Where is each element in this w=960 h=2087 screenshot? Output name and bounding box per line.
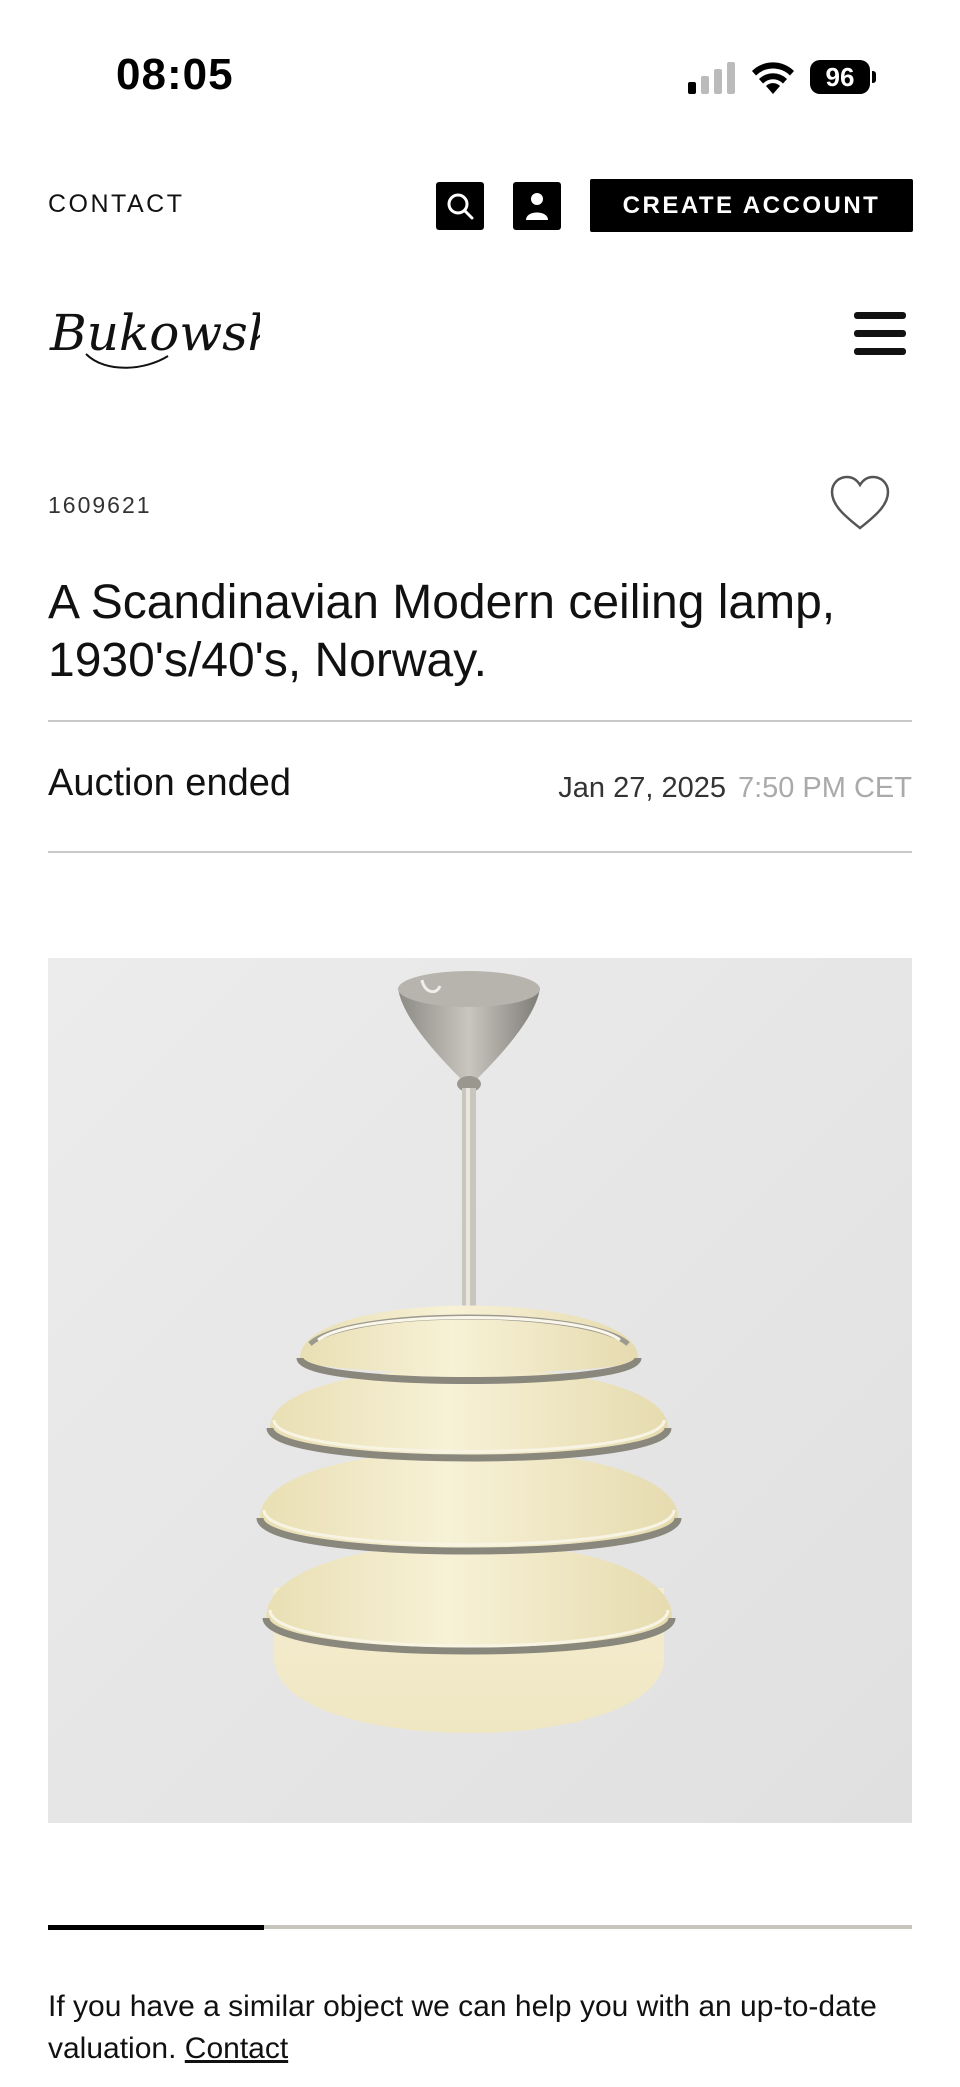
auction-status: Auction ended <box>48 762 291 804</box>
gallery-progress <box>48 1925 912 1930</box>
valuation-text: If you have a similar object we can help… <box>48 1986 912 2070</box>
lot-number: 1609621 <box>48 492 152 518</box>
battery-tip <box>872 71 876 83</box>
wifi-icon <box>752 62 794 94</box>
gallery-progress-fill <box>48 1925 264 1930</box>
status-time: 08:05 <box>116 50 234 99</box>
cellular-signal-icon <box>688 62 735 94</box>
lamp-illustration <box>48 958 912 1823</box>
user-icon <box>526 193 548 220</box>
divider-bottom <box>48 851 912 853</box>
create-account-button[interactable]: CREATE ACCOUNT <box>590 179 913 232</box>
search-icon <box>447 193 474 220</box>
battery-level: 96 <box>810 60 870 94</box>
logo-wordmark: Bukowskis <box>49 304 260 362</box>
lot-image[interactable] <box>48 958 912 1823</box>
lot-title: A Scandinavian Modern ceiling lamp, 1930… <box>48 576 836 687</box>
menu-button[interactable] <box>854 310 906 358</box>
divider-top <box>48 720 912 722</box>
search-button[interactable] <box>436 182 484 230</box>
contact-link[interactable]: CONTACT <box>48 190 184 219</box>
account-button[interactable] <box>513 182 561 230</box>
battery-icon: 96 <box>810 60 876 94</box>
status-bar: 08:05 96 <box>0 0 960 150</box>
favorite-heart-icon[interactable] <box>828 474 892 534</box>
valuation-contact-link[interactable]: Contact <box>185 2032 288 2065</box>
auction-end-time: 7:50 PM CET <box>737 772 912 804</box>
valuation-message: If you have a similar object we can help… <box>48 1990 877 2065</box>
auction-end-date: Jan 27, 2025 <box>558 772 726 804</box>
bukowskis-logo[interactable]: Bukowskis <box>46 290 260 376</box>
